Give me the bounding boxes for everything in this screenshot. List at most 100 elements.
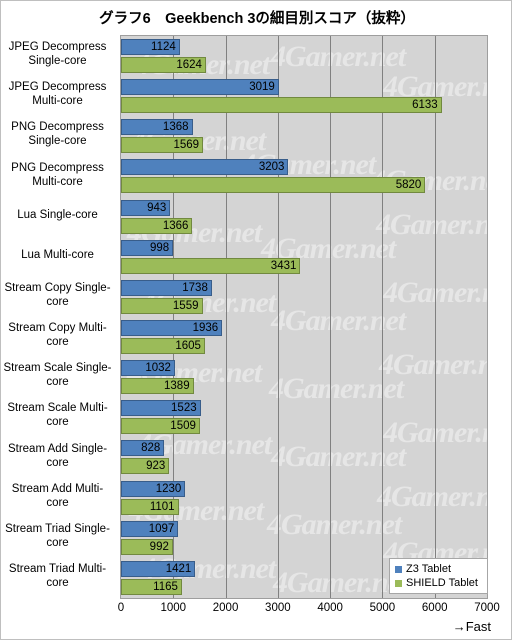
category-label-line: JPEG Decompress	[8, 81, 107, 94]
plot-area: 4Gamer.net4Gamer.net4Gamer.net4Gamer.net…	[120, 35, 488, 599]
bar-value-label: 1097	[148, 522, 175, 535]
bar-group: 3203 5820	[121, 156, 487, 196]
bar-group: 998 3431	[121, 237, 487, 277]
bar-value-label: 1165	[153, 580, 178, 593]
category-label-line: Single-core	[28, 55, 87, 68]
category-label-line: core	[46, 295, 69, 308]
category-label-line: core	[46, 496, 69, 509]
category-axis: JPEG Decompress Single-core JPEG Decompres…	[1, 35, 118, 599]
bar-group: 3019 6133	[121, 76, 487, 116]
bar-group: 1368 1569	[121, 116, 487, 156]
bar-value-label: 5820	[395, 179, 422, 192]
x-tick-label: 5000	[369, 602, 396, 614]
category-label: JPEG Decompress Multi-core	[1, 80, 114, 108]
category-label: Stream Copy Multi-core	[1, 321, 114, 349]
bar-value-label: 943	[147, 201, 167, 214]
bars-layer: 1124 1624 3019 6133 1368 1569 3203 5820 943 1366 9…	[121, 36, 487, 598]
bar-group: 828 923	[121, 437, 487, 477]
bar-value-label: 923	[146, 460, 166, 473]
category-label-line: Lua Multi-core	[21, 248, 94, 261]
category-label-line: PNG Decompress	[11, 161, 104, 174]
bar-group: 1230 1101	[121, 478, 487, 518]
bar-value-label: 1523	[171, 402, 197, 415]
category-label-line: core	[46, 576, 69, 589]
x-tick-label: 2000	[212, 602, 239, 614]
x-tick-label: 4000	[317, 602, 343, 614]
category-label: Stream Triad Multi-core	[1, 562, 114, 590]
legend-label: Z3 Tablet	[406, 563, 452, 575]
x-tick-label: 1000	[160, 602, 187, 614]
bar-value-label: 1230	[155, 482, 182, 495]
bar-group: 1032 1389	[121, 357, 487, 397]
category-label: Stream Copy Single-core	[1, 281, 114, 309]
bar-value-label: 1366	[162, 219, 189, 232]
bar-value-label: 1124	[151, 41, 176, 53]
bar-value-label: 828	[141, 442, 161, 455]
bar-group: 1936 1605	[121, 317, 487, 357]
bar-value-label: 1559	[172, 299, 199, 312]
x-axis: 0 1000 2000 3000 4000 5000 6000 7000	[118, 600, 500, 620]
bar-value-label: 1509	[170, 420, 196, 433]
legend-item[interactable]: Z3 Tablet	[395, 562, 483, 576]
category-label: PNG Decompress Single-core	[1, 120, 114, 148]
category-label: Stream Scale Multi-core	[1, 401, 114, 429]
legend-label: SHIELD Tablet	[406, 577, 478, 589]
category-label: Lua Single-core	[1, 208, 114, 222]
chart-title: グラフ6 Geekbench 3の細目別スコア（抜粋）	[99, 11, 415, 27]
category-label: Stream Scale Single-core	[1, 361, 114, 389]
bar-group: 1523 1509	[121, 397, 487, 437]
category-label-line: Stream Scale Single-	[3, 362, 112, 375]
bar-value-label: 3431	[270, 259, 297, 272]
bar-group: 943 1366	[121, 197, 487, 237]
category-label-line: core	[46, 456, 69, 469]
chart-legend: Z3 Tablet SHIELD Tablet	[389, 558, 488, 594]
bar-value-label: 1368	[162, 121, 189, 134]
bar-value-label: 998	[149, 241, 170, 254]
category-label-line: Stream Copy Multi-	[8, 322, 107, 335]
category-label-line: core	[46, 416, 69, 429]
bar-value-label: 1624	[176, 59, 202, 71]
gridline	[487, 36, 488, 598]
x-tick-label: 3000	[265, 602, 291, 614]
bar-value-label: 1389	[164, 380, 190, 393]
category-label-line: core	[46, 376, 69, 389]
bar-group: 1097 992	[121, 518, 487, 558]
bar-group: 1738 1559	[121, 277, 487, 317]
category-label: Stream Triad Single-core	[1, 522, 114, 550]
bar-value-label: 992	[149, 540, 169, 553]
category-label-line: Stream Add Single-	[7, 442, 108, 455]
bar-value-label: 1936	[192, 322, 219, 334]
bar-value-label: 1569	[173, 139, 200, 152]
chart-container: グラフ6 Geekbench 3の細目別スコア（抜粋） JPEG Decompr…	[0, 0, 512, 640]
category-label: PNG Decompress Multi-core	[1, 161, 114, 189]
category-label-line: Stream Triad Multi-	[8, 562, 107, 575]
bar-value-label: 6133	[412, 99, 438, 112]
x-tick-label: 0	[117, 602, 125, 614]
category-label-line: Single-core	[28, 135, 87, 148]
category-label-line: Stream Copy Single-	[4, 281, 111, 294]
category-label-line: JPEG Decompress	[8, 41, 107, 54]
category-label-line: Multi-core	[32, 95, 83, 108]
x-axis-title: →Fast	[452, 619, 491, 634]
category-label-line: PNG Decompress	[11, 121, 104, 134]
category-label-line: Stream Triad Single-	[5, 522, 110, 535]
bar-value-label: 3019	[249, 81, 275, 94]
bar-value-label: 1101	[149, 500, 175, 513]
category-label: JPEG Decompress Single-core	[1, 40, 114, 68]
bar-value-label: 3203	[258, 161, 285, 174]
bar-value-label: 1605	[175, 340, 201, 352]
x-tick-label: 6000	[421, 602, 448, 614]
legend-item[interactable]: SHIELD Tablet	[395, 576, 483, 590]
category-label-line: Stream Scale Multi-	[7, 402, 108, 415]
x-tick-label: 7000	[474, 602, 500, 614]
legend-swatch-icon	[395, 579, 402, 587]
category-label-line: Lua Single-core	[17, 208, 98, 221]
bar-group: 1124 1624	[121, 36, 487, 76]
category-label-line: Stream Add Multi-	[11, 482, 104, 495]
bar-value-label: 1032	[145, 362, 171, 375]
category-label: Stream Add Multi-core	[1, 482, 114, 510]
bar-value-label: 1738	[182, 281, 208, 294]
category-label-line: Multi-core	[32, 175, 83, 188]
legend-swatch-icon	[395, 565, 402, 573]
category-label: Lua Multi-core	[1, 248, 114, 262]
